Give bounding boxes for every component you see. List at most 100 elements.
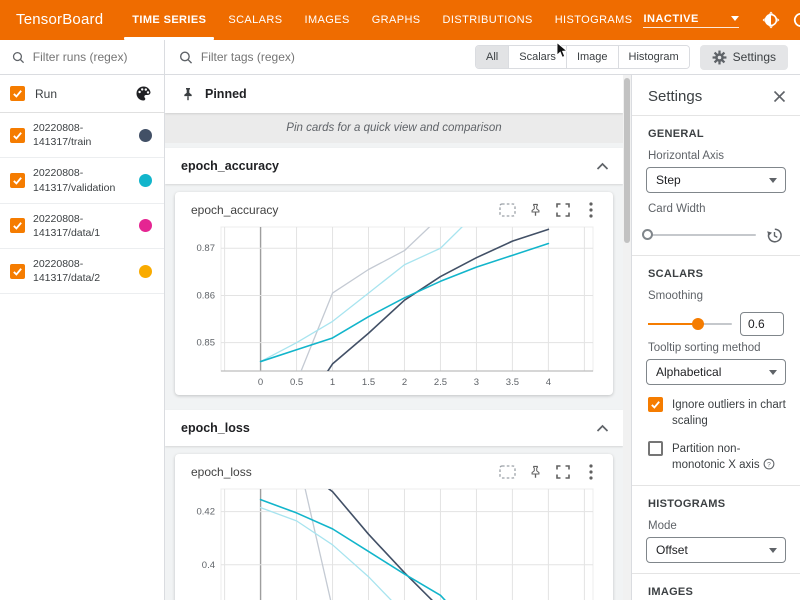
chevron-down-icon (769, 548, 777, 553)
app-logo: TensorBoard (0, 0, 121, 40)
group-title: epoch_loss (181, 421, 596, 435)
run-color-dot[interactable] (139, 129, 152, 142)
partition-x-axis-checkbox[interactable] (648, 441, 663, 456)
run-checkbox[interactable] (10, 264, 25, 279)
tab-histograms[interactable]: HISTOGRAMS (544, 0, 644, 40)
ignore-outliers-checkbox[interactable] (648, 397, 663, 412)
smoothing-value-input[interactable]: 0.6 (740, 312, 784, 336)
cards-scroll-area: Pinned Pin cards for a quick view and co… (165, 75, 631, 600)
epoch-accuracy-card: epoch_accuracy (175, 192, 613, 395)
tensorboard-app: TensorBoard TIME SERIES SCALARS IMAGES G… (0, 0, 800, 600)
refresh-icon[interactable] (787, 6, 800, 34)
data-selection-icon[interactable] (495, 199, 519, 221)
reload-status-select[interactable]: INACTIVE (643, 13, 739, 28)
run-row-data-1[interactable]: 20220808-141317/data/1 (0, 204, 164, 249)
svg-text:0.42: 0.42 (197, 507, 216, 518)
select-all-runs-checkbox[interactable] (10, 86, 25, 101)
tab-scalars[interactable]: SCALARS (217, 0, 293, 40)
filter-histogram-button[interactable]: Histogram (619, 46, 689, 68)
help-icon[interactable]: ? (763, 458, 775, 470)
pin-hint-text: Pin cards for a quick view and compariso… (165, 113, 623, 143)
tab-time-series[interactable]: TIME SERIES (121, 0, 217, 40)
run-color-dot[interactable] (139, 219, 152, 232)
run-name: 20220808-141317/data/1 (33, 212, 131, 240)
tags-filter-input[interactable] (201, 50, 465, 64)
kebab-menu-icon[interactable] (579, 461, 603, 483)
run-name: 20220808-141317/data/2 (33, 257, 131, 285)
filter-all-button[interactable]: All (476, 46, 509, 68)
chart-card-title: epoch_loss (191, 465, 495, 479)
epoch-loss-chart[interactable]: 0.360.380.40.42 (177, 483, 601, 600)
chevron-down-icon (769, 178, 777, 183)
svg-text:2: 2 (402, 377, 407, 388)
pinned-section-header: Pinned (165, 75, 623, 113)
pin-card-icon[interactable] (523, 199, 547, 221)
svg-text:0: 0 (258, 377, 263, 388)
run-checkbox[interactable] (10, 173, 25, 188)
scrollbar-thumb[interactable] (624, 78, 630, 243)
filter-scalars-button[interactable]: Scalars (509, 46, 567, 68)
svg-text:3: 3 (474, 377, 479, 388)
plugin-filter-group: All Scalars Image Histogram (475, 45, 690, 69)
svg-text:3.5: 3.5 (506, 377, 519, 388)
runs-filter-input[interactable] (33, 50, 152, 64)
epoch-accuracy-card-area: epoch_accuracy (165, 184, 623, 405)
close-icon[interactable] (773, 90, 786, 103)
settings-button[interactable]: Settings (700, 45, 788, 70)
epoch-loss-card: epoch_loss (175, 454, 613, 600)
run-color-dot[interactable] (139, 265, 152, 278)
run-name: 20220808-141317/train (33, 121, 131, 149)
tab-graphs[interactable]: GRAPHS (361, 0, 432, 40)
filter-image-button[interactable]: Image (567, 46, 619, 68)
svg-text:0.5: 0.5 (290, 377, 303, 388)
fullscreen-icon[interactable] (551, 199, 575, 221)
content-scrollbar[interactable] (623, 75, 631, 600)
pin-card-icon[interactable] (523, 461, 547, 483)
tooltip-sorting-label: Tooltip sorting method (648, 342, 786, 354)
svg-text:0.86: 0.86 (197, 290, 216, 301)
chart-card-title: epoch_accuracy (191, 203, 495, 217)
status-label: INACTIVE (643, 13, 698, 25)
tooltip-sorting-select[interactable]: Alphabetical (646, 359, 786, 385)
runs-filter (0, 40, 164, 75)
header-actions: INACTIVE (643, 0, 800, 40)
kebab-menu-icon[interactable] (579, 199, 603, 221)
data-selection-icon[interactable] (495, 461, 519, 483)
smoothing-label: Smoothing (648, 290, 786, 302)
group-header-epoch-accuracy[interactable]: epoch_accuracy (165, 148, 623, 184)
run-checkbox[interactable] (10, 218, 25, 233)
reset-card-width-icon[interactable] (764, 225, 784, 245)
histogram-mode-label: Mode (648, 520, 786, 532)
fullscreen-icon[interactable] (551, 461, 575, 483)
tab-distributions[interactable]: DISTRIBUTIONS (432, 0, 544, 40)
nav-tabs: TIME SERIES SCALARS IMAGES GRAPHS DISTRI… (121, 0, 643, 40)
palette-icon[interactable] (135, 85, 152, 102)
smoothing-slider[interactable] (648, 317, 732, 331)
gear-icon (712, 50, 727, 65)
run-row-train[interactable]: 20220808-141317/train (0, 113, 164, 158)
svg-text:2.5: 2.5 (434, 377, 447, 388)
chevron-up-icon[interactable] (596, 424, 609, 433)
svg-text:0.85: 0.85 (197, 338, 216, 349)
group-title: epoch_accuracy (181, 159, 596, 173)
histogram-mode-select[interactable]: Offset (646, 537, 786, 563)
run-row-validation[interactable]: 20220808-141317/validation (0, 158, 164, 203)
tab-images[interactable]: IMAGES (294, 0, 361, 40)
run-checkbox[interactable] (10, 128, 25, 143)
pinned-label: Pinned (205, 87, 247, 101)
horizontal-axis-select[interactable]: Step (646, 167, 786, 193)
images-section-heading: IMAGES (648, 586, 786, 598)
chevron-up-icon[interactable] (596, 162, 609, 171)
settings-panel: Settings GENERAL Horizontal Axis Step Ca… (631, 75, 800, 600)
brightness-toggle-icon[interactable] (757, 6, 785, 34)
ignore-outliers-row[interactable]: Ignore outliers in chart scaling (648, 397, 786, 429)
run-row-data-2[interactable]: 20220808-141317/data/2 (0, 249, 164, 294)
svg-text:0.87: 0.87 (197, 243, 216, 254)
epoch-accuracy-chart[interactable]: 0.850.860.8700.511.522.533.54 (177, 221, 601, 395)
run-color-dot[interactable] (139, 174, 152, 187)
card-width-slider[interactable] (648, 228, 756, 242)
horizontal-axis-value: Step (656, 173, 681, 187)
group-header-epoch-loss[interactable]: epoch_loss (165, 410, 623, 446)
chevron-down-icon (769, 370, 777, 375)
partition-x-axis-row[interactable]: Partition non-monotonic X axis ? (648, 441, 786, 473)
